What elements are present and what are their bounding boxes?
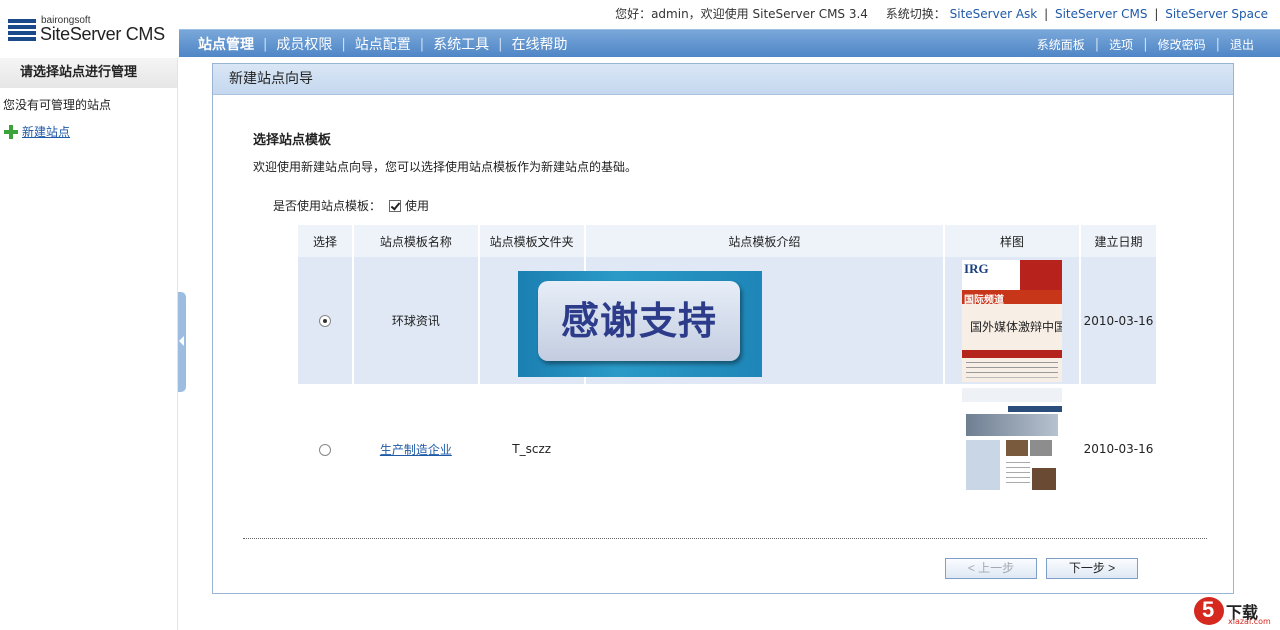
col-header-folder: 站点模板文件夹 [478,225,586,257]
table-row[interactable]: 生产制造企业 T_sczz 2010-03-16 [298,384,1158,514]
use-template-label: 是否使用站点模板： [273,199,382,213]
logo: bairongsoft SiteServer CMS [8,15,168,47]
thanks-overlay: 感谢支持 [518,271,762,377]
prev-step-button[interactable]: < 上一步 [945,558,1037,579]
nav-item-system-tools[interactable]: 系统工具 [424,34,498,54]
wizard-description: 欢迎使用新建站点向导，您可以选择使用站点模板作为新建站点的基础。 [253,160,638,174]
arrow-left-icon [179,336,184,346]
template-thumbnail[interactable] [962,388,1063,510]
add-site-row: 新建站点 [0,123,177,140]
template-radio[interactable] [318,443,331,456]
next-step-button[interactable]: 下一步 > [1046,558,1138,579]
add-site-link[interactable]: 新建站点 [22,123,70,140]
nav-item-change-password[interactable]: 修改密码 [1148,36,1216,53]
nav-item-online-help[interactable]: 在线帮助 [503,34,577,54]
brand-main: SiteServer CMS [40,24,165,44]
nav-item-site-config[interactable]: 站点配置 [346,34,420,54]
thanks-text: 感谢支持 [560,299,717,343]
use-template-checkbox[interactable] [389,199,402,212]
template-intro [584,384,946,514]
panel-title: 新建站点向导 [213,64,1233,95]
use-template-option: 使用 [405,199,430,213]
main-nav-left: 站点管理 | 成员权限 | 站点配置 | 系统工具 | 在线帮助 [189,30,577,58]
switch-link-cms[interactable]: SiteServer CMS [1055,7,1148,21]
select-cell [298,257,354,384]
plus-icon [4,124,18,139]
nav-item-member-permissions[interactable]: 成员权限 [267,34,341,54]
watermark-mark: 5 [1202,597,1215,622]
template-name-link[interactable]: 生产制造企业 [380,443,452,457]
sidebar: 请选择站点进行管理 您没有可管理的站点 新建站点 [0,58,178,630]
thumbnail-cell: IRG 国际频道 国外媒体激辩中国 [944,257,1082,384]
thumbnail-cell [944,384,1082,514]
switch-link-ask[interactable]: SiteServer Ask [950,7,1038,21]
separator: | [1044,7,1049,21]
col-header-thumbnail: 样图 [944,225,1082,257]
separator: | [1154,7,1159,21]
col-header-select: 选择 [298,225,354,257]
switch-link-space[interactable]: SiteServer Space [1165,7,1268,21]
template-name-cell: 生产制造企业 [352,384,480,514]
select-cell [298,384,354,514]
template-date: 2010-03-16 [1080,257,1158,384]
watermark-url: xiazai.com [1228,617,1271,626]
greeting-text: 您好：admin，欢迎使用 SiteServer CMS 3.4 [615,7,868,21]
nav-item-logout[interactable]: 退出 [1220,36,1264,53]
template-thumbnail[interactable]: IRG 国际频道 国外媒体激辩中国 [962,259,1063,382]
template-folder: T_sczz [478,384,586,514]
thumb-logo: IRG [964,260,989,276]
watermark-logo: 5 下载 xiazai.com [1192,593,1274,629]
logo-icon [8,19,38,41]
template-name: 环球资讯 [352,257,480,384]
switch-label: 系统切换： [885,7,946,21]
main-nav-right: 系统面板 | 选项 | 修改密码 | 退出 [1027,30,1264,58]
col-header-date: 建立日期 [1080,225,1158,257]
col-header-intro: 站点模板介绍 [584,225,946,257]
col-header-name: 站点模板名称 [352,225,480,257]
nav-item-site-management[interactable]: 站点管理 [189,34,263,54]
template-radio[interactable] [318,315,331,327]
nav-item-system-panel[interactable]: 系统面板 [1027,36,1095,53]
sidebar-collapse-handle[interactable] [178,292,186,392]
dotted-divider [243,538,1207,539]
sidebar-note: 您没有可管理的站点 [3,98,112,112]
main-nav: 站点管理 | 成员权限 | 站点配置 | 系统工具 | 在线帮助 系统面板 | … [179,29,1280,57]
sidebar-title: 请选择站点进行管理 [0,58,177,88]
template-date: 2010-03-16 [1080,384,1158,514]
thumb-headline: 国外媒体激辩中国 [970,319,1063,334]
top-bar: 您好：admin，欢迎使用 SiteServer CMS 3.4 系统切换： S… [615,5,1268,22]
use-template-row: 是否使用站点模板： 使用 [273,197,429,214]
nav-item-options[interactable]: 选项 [1099,36,1143,53]
wizard-heading: 选择站点模板 [253,133,332,148]
header: bairongsoft SiteServer CMS 您好：admin，欢迎使用… [0,0,1280,58]
table-header-row: 选择 站点模板名称 站点模板文件夹 站点模板介绍 样图 建立日期 [298,225,1158,257]
